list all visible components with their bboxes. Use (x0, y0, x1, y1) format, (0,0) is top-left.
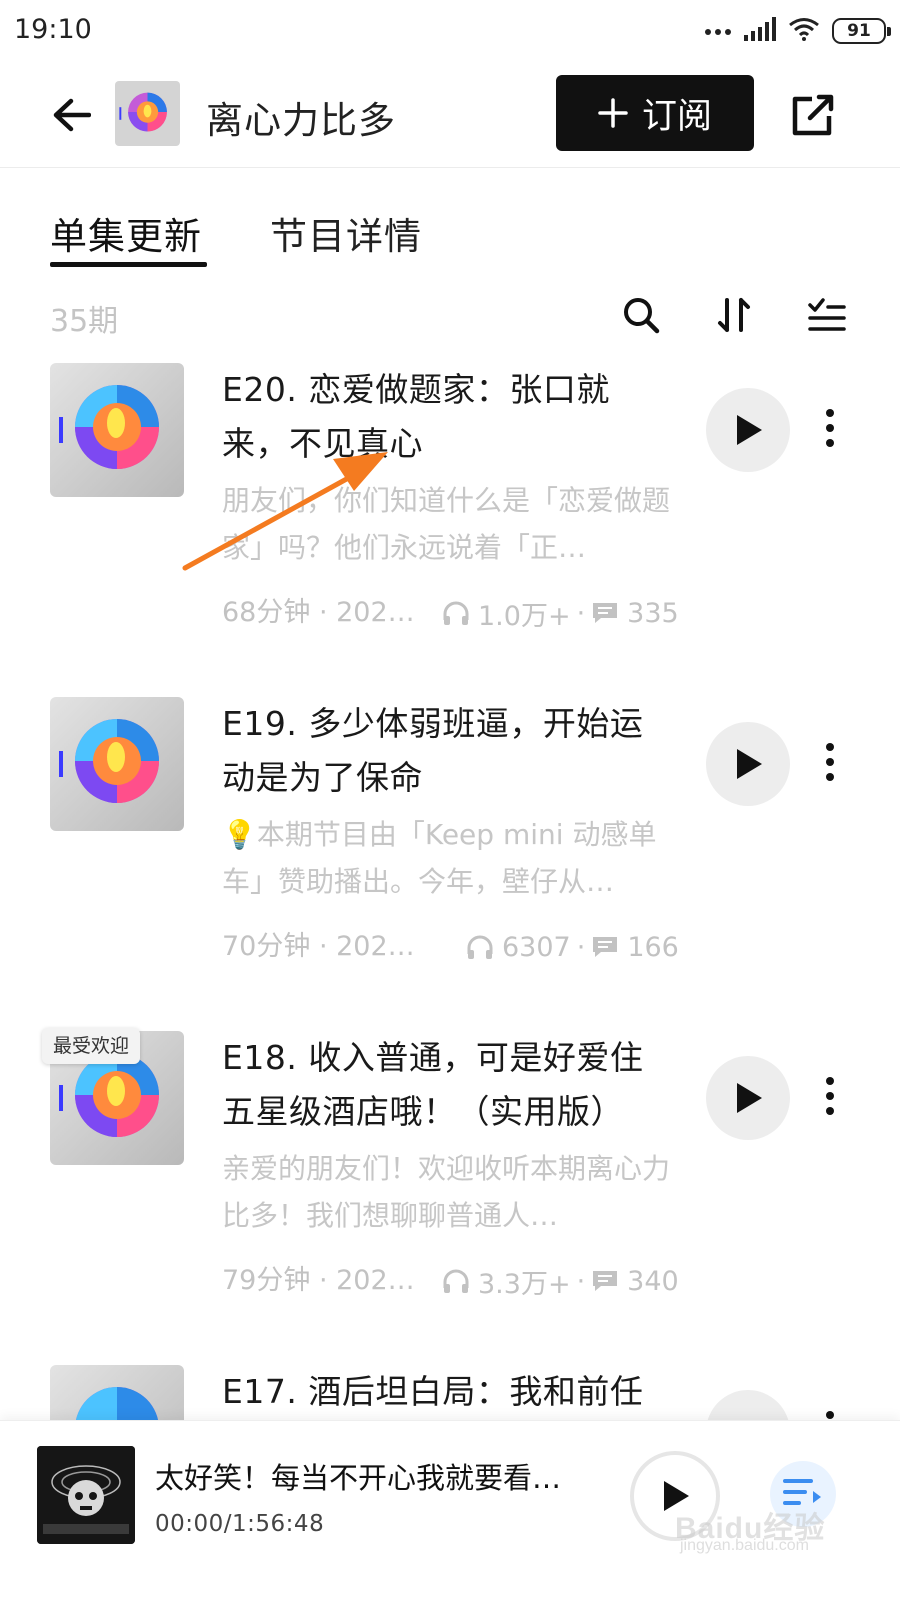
dots-icon (704, 22, 732, 41)
mini-player[interactable]: 太好笑！每当不开心我就要看… 00:00/1:56:48 Baidu经验 jin… (0, 1420, 900, 1600)
more-vertical-icon (826, 409, 834, 447)
comment-icon (591, 935, 619, 959)
checklist-icon (808, 298, 846, 331)
episode-item[interactable]: 最受欢迎 E18. 收入普通，可是好爱住五星级酒店哦！（实用版） 亲爱的朋友们！… (0, 1028, 900, 1351)
episode-meta: 70分钟 · 2022/… 6307 · 166 (222, 927, 692, 967)
share-button[interactable] (786, 88, 840, 142)
episode-item[interactable]: E20. 恋爱做题家：张口就来，不见真心 朋友们，你们知道什么是「恋爱做题家」吗… (0, 363, 900, 683)
episode-duration-date: 79分钟 · 2022… (222, 1265, 422, 1296)
headphones-icon (442, 600, 470, 626)
status-bar: 19:10 91 (0, 0, 900, 62)
wifi-icon (788, 17, 820, 45)
tab-program-details[interactable]: 节目详情 (270, 206, 422, 260)
podcast-title: 离心力比多 (206, 99, 396, 142)
filter-list-button[interactable] (804, 292, 850, 338)
comment-icon (591, 601, 619, 625)
hardcore-logo-icon (37, 1446, 135, 1544)
episode-cover (50, 363, 184, 497)
episode-title: E18. 收入普通，可是好爱住五星级酒店哦！（实用版） (222, 1038, 644, 1131)
baidu-watermark-url: jingyan.baidu.com (680, 1537, 809, 1554)
sort-button[interactable] (712, 292, 758, 338)
podcast-logo-icon (50, 1365, 184, 1421)
play-icon (737, 749, 762, 779)
active-tab-indicator (50, 262, 207, 267)
battery-icon: 91 (832, 18, 891, 44)
episode-comments: 335 (627, 597, 679, 629)
subscribe-label: 订阅 (641, 96, 712, 137)
episode-title: E19. 多少体弱班逼，开始运动是为了保命 (222, 704, 644, 797)
podcast-page: 19:10 91 离心力比多 订阅 单集更新 节目详情 35期 E20. 恋爱做… (0, 0, 900, 1600)
episode-cover (50, 1365, 184, 1421)
episode-plays: 6307 (502, 931, 571, 963)
episode-comments: 340 (627, 1265, 679, 1297)
now-playing-title: 太好笑！每当不开心我就要看… (155, 1461, 562, 1495)
episode-plays: 1.0万+ (478, 600, 571, 632)
podcast-header: 离心力比多 订阅 (0, 72, 900, 168)
playback-time: 00:00/1:56:48 (155, 1511, 325, 1537)
more-options-button[interactable] (812, 1071, 848, 1121)
play-button[interactable] (706, 1056, 790, 1140)
play-icon (737, 1083, 762, 1113)
podcast-logo-icon (50, 697, 184, 831)
episode-description: 亲爱的朋友们！欢迎收听本期离心力比多！我们想聊聊普通人… (222, 1152, 671, 1232)
episode-title: E20. 恋爱做题家：张口就来，不见真心 (222, 370, 610, 463)
search-button[interactable] (618, 292, 664, 338)
share-icon (792, 94, 834, 136)
episode-item[interactable]: E19. 多少体弱班逼，开始运动是为了保命 💡本期节目由「Keep mini 动… (0, 697, 900, 1017)
episode-list-toolbar: 35期 (0, 292, 900, 342)
headphones-icon (466, 934, 494, 960)
episode-plays: 3.3万+ (478, 1268, 571, 1300)
episode-meta: 68分钟 · 2022… 1.0万+ · 335 (222, 593, 692, 633)
play-button[interactable] (706, 388, 790, 472)
status-time: 19:10 (14, 14, 92, 45)
play-button[interactable] (706, 722, 790, 806)
tab-bar: 单集更新 节目详情 (0, 200, 900, 270)
podcast-cover (115, 81, 180, 146)
episode-cover (50, 697, 184, 831)
episode-comments: 166 (627, 931, 679, 963)
now-playing-cover[interactable] (37, 1446, 135, 1544)
signal-icon (744, 17, 776, 45)
podcast-logo-icon (50, 363, 184, 497)
episode-duration-date: 68分钟 · 2022… (222, 597, 422, 628)
comment-icon (591, 1269, 619, 1293)
episode-description: 💡本期节目由「Keep mini 动感单车」赞助播出。今年，壁仔从… (222, 818, 657, 898)
episode-description: 朋友们，你们知道什么是「恋爱做题家」吗？他们永远说着「正… (222, 484, 671, 564)
play-icon (737, 415, 762, 445)
play-button[interactable] (706, 1390, 790, 1421)
episode-title: E17. 酒后坦白局：我和前任 (222, 1372, 644, 1411)
podcast-logo-icon (115, 81, 180, 146)
episode-meta: 79分钟 · 2022… 3.3万+ · 340 (222, 1261, 692, 1301)
more-options-button[interactable] (812, 1405, 848, 1421)
tab-episode-updates[interactable]: 单集更新 (50, 206, 202, 260)
subscribe-button[interactable]: 订阅 (556, 75, 754, 151)
search-icon (624, 298, 660, 334)
episode-count: 35期 (50, 304, 119, 339)
back-button[interactable] (44, 88, 98, 142)
sort-icon (718, 298, 750, 332)
more-options-button[interactable] (812, 737, 848, 787)
more-vertical-icon (826, 1077, 834, 1115)
episode-item[interactable]: E17. 酒后坦白局：我和前任 (0, 1365, 900, 1421)
more-vertical-icon (826, 743, 834, 781)
headphones-icon (442, 1268, 470, 1294)
most-popular-badge: 最受欢迎 (42, 1028, 141, 1064)
arrow-left-icon (53, 98, 91, 132)
plus-icon (598, 98, 628, 128)
more-options-button[interactable] (812, 403, 848, 453)
episode-duration-date: 70分钟 · 2022/… (222, 931, 422, 962)
status-icons: 91 (704, 16, 891, 46)
